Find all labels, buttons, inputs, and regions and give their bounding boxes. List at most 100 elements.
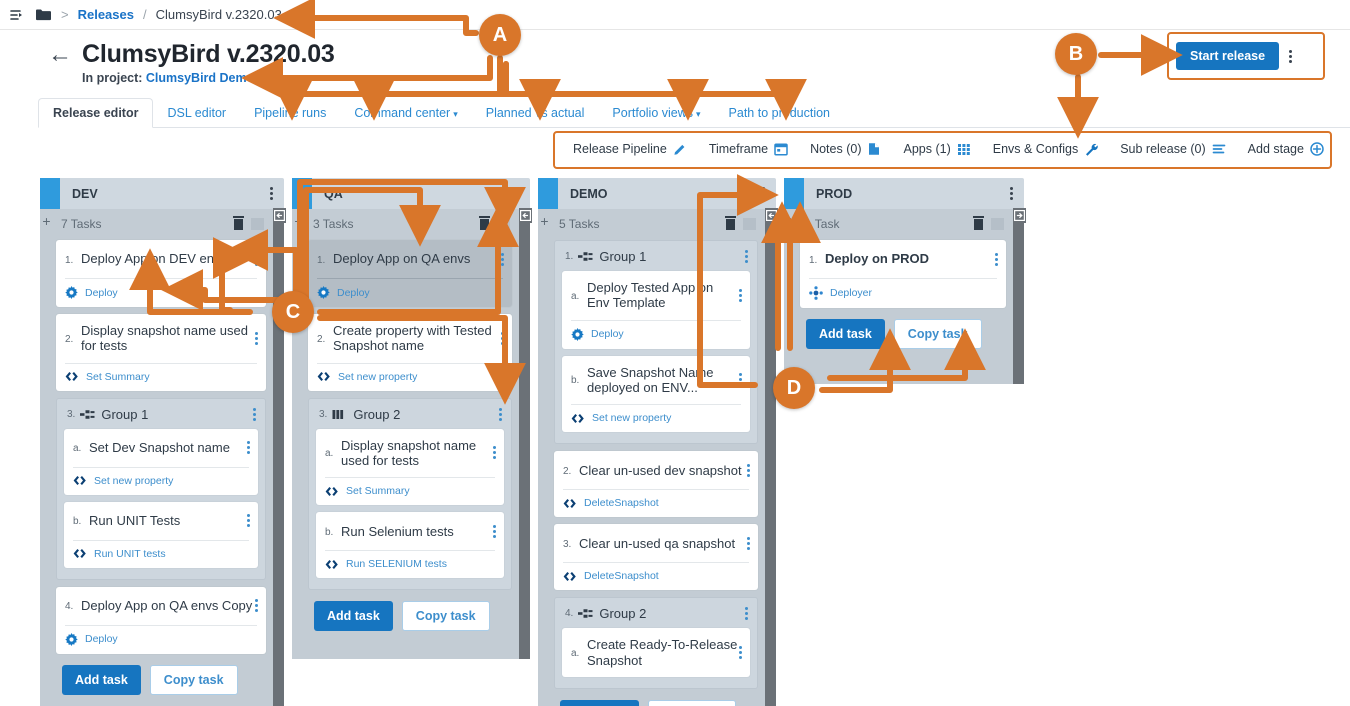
kebab-menu-icon[interactable] — [270, 187, 273, 200]
trash-icon[interactable] — [479, 215, 490, 230]
start-release-button[interactable]: Start release — [1176, 42, 1280, 70]
tab-release-editor[interactable]: Release editor — [38, 98, 154, 128]
add-task-plus-icon[interactable]: + — [40, 209, 53, 706]
task-card[interactable]: b. Save Snapshot Name deployed on ENV... S… — [562, 355, 750, 433]
kebab-menu-icon[interactable] — [739, 373, 742, 387]
task-card[interactable]: 1. Deploy on PROD Deployer — [800, 240, 1006, 308]
kebab-menu-icon[interactable] — [1010, 187, 1013, 200]
task-card[interactable]: a. Deploy Tested App on Env Template Deplo… — [562, 271, 750, 349]
kebab-menu-icon[interactable] — [501, 331, 504, 345]
task-card[interactable]: 4. Deploy App on QA envs Copy Deploy — [56, 586, 266, 654]
kebab-menu-icon[interactable] — [493, 446, 496, 460]
kebab-menu-icon[interactable] — [493, 524, 496, 538]
task-card[interactable]: 3. Clear un-used qa snapshot DeleteSnapsho… — [554, 524, 758, 591]
task-group[interactable]: 4. Group 2 a. Create Ready-To-Release Snaps… — [554, 597, 758, 689]
task-card[interactable]: 2. Clear un-used dev snapshot DeleteSnapsh… — [554, 451, 758, 518]
tab-pipeline-runs[interactable]: Pipeline runs — [240, 99, 340, 127]
task-card[interactable]: a. Create Ready-To-Release Snapshot — [562, 628, 750, 677]
kebab-menu-icon[interactable] — [501, 252, 504, 266]
task-card[interactable]: a. Set Dev Snapshot name Set new property — [64, 428, 258, 495]
kebab-menu-icon[interactable] — [255, 599, 258, 613]
task-card[interactable]: 1. Deploy App on QA envs Deploy — [308, 240, 512, 307]
task-card[interactable]: b. Run Selenium tests Run SELENIUM tests — [316, 512, 504, 579]
kebab-menu-icon[interactable] — [247, 441, 250, 455]
kebab-menu-icon[interactable] — [739, 288, 742, 302]
kebab-menu-icon[interactable] — [253, 407, 256, 421]
task-card[interactable]: a. Display snapshot name used for tests Se… — [316, 428, 504, 506]
add-task-button[interactable]: Add task — [314, 601, 393, 632]
toolbar-envs-configs[interactable]: Envs & Configs — [982, 142, 1109, 156]
add-task-plus-icon[interactable]: + — [784, 209, 797, 384]
breadcrumb-releases-link[interactable]: Releases — [78, 7, 134, 22]
tab-dsl-editor[interactable]: DSL editor — [153, 99, 240, 127]
kebab-menu-icon[interactable] — [247, 514, 250, 528]
task-plugin[interactable]: Set new property — [308, 364, 512, 391]
task-plugin[interactable]: Deployer — [800, 279, 1006, 308]
project-link[interactable]: ClumsyBird Demo — [146, 71, 254, 85]
release-kebab-menu-icon[interactable] — [1289, 49, 1293, 63]
collapse-right-icon[interactable] — [1013, 208, 1026, 223]
grid-view-icon[interactable] — [743, 218, 756, 230]
menu-lines-icon[interactable] — [10, 9, 26, 21]
grid-view-icon[interactable] — [991, 218, 1004, 230]
tab-path-to-production[interactable]: Path to production — [715, 99, 844, 127]
task-plugin[interactable]: Set Summary — [56, 364, 266, 391]
kebab-menu-icon[interactable] — [747, 463, 750, 477]
task-card[interactable]: 2. Display snapshot name used for tests Se… — [56, 314, 266, 391]
task-card[interactable]: b. Run UNIT Tests Run UNIT tests — [64, 501, 258, 568]
copy-task-button[interactable]: Copy task — [893, 319, 982, 349]
toolbar-timeframe[interactable]: Timeframe — [698, 142, 799, 156]
task-plugin[interactable]: Set new property — [64, 468, 258, 495]
task-plugin[interactable]: Deploy — [562, 321, 750, 349]
collapse-left-icon[interactable] — [765, 208, 778, 223]
task-plugin[interactable]: DeleteSnapshot — [554, 563, 758, 590]
kebab-menu-icon[interactable] — [255, 252, 258, 266]
add-task-button[interactable]: Add task — [806, 319, 885, 349]
kebab-menu-icon[interactable] — [995, 252, 998, 266]
add-task-plus-icon[interactable]: + — [538, 209, 551, 706]
copy-task-button[interactable]: Copy task — [401, 601, 490, 632]
kebab-menu-icon[interactable] — [255, 331, 258, 345]
stage-scrollbar[interactable] — [519, 208, 532, 659]
toolbar-sub-release-0-[interactable]: Sub release (0) — [1109, 142, 1236, 156]
kebab-menu-icon[interactable] — [745, 250, 748, 263]
grid-view-icon[interactable] — [251, 218, 264, 230]
task-plugin[interactable]: Set new property — [562, 405, 750, 432]
add-task-button[interactable]: Add task — [62, 664, 141, 695]
task-plugin[interactable]: Deploy — [56, 279, 266, 307]
toolbar-apps-1-[interactable]: Apps (1) — [892, 142, 981, 156]
task-plugin[interactable]: Run UNIT tests — [64, 541, 258, 568]
task-plugin[interactable]: Deploy — [308, 279, 512, 307]
copy-task-button[interactable]: Copy task — [647, 699, 736, 706]
kebab-menu-icon[interactable] — [762, 187, 765, 200]
tab-planned-vs-actual[interactable]: Planned vs actual — [472, 99, 599, 127]
stage-scrollbar[interactable] — [1013, 208, 1026, 384]
task-group[interactable]: 3. Group 1 a. Set Dev Snapshot name Set new … — [56, 397, 266, 580]
tab-command-center[interactable]: Command center ▾ — [340, 99, 471, 127]
back-arrow-icon[interactable]: ← — [48, 42, 72, 67]
toolbar-add-stage[interactable]: Add stage — [1237, 142, 1335, 156]
trash-icon[interactable] — [973, 215, 984, 230]
add-task-plus-icon[interactable]: + — [292, 209, 305, 659]
stage-scrollbar[interactable] — [765, 208, 778, 706]
folder-icon[interactable] — [35, 8, 52, 21]
task-group[interactable]: 3. Group 2 a. Display snapshot name used fo… — [308, 397, 512, 591]
trash-icon[interactable] — [233, 215, 244, 230]
kebab-menu-icon[interactable] — [499, 407, 502, 421]
kebab-menu-icon[interactable] — [747, 536, 750, 550]
task-plugin[interactable]: Run SELENIUM tests — [316, 551, 504, 578]
kebab-menu-icon[interactable] — [745, 607, 748, 621]
stage-scrollbar[interactable] — [273, 208, 286, 706]
task-card[interactable]: 1. Deploy App on DEV envs Deploy — [56, 240, 266, 307]
task-group[interactable]: 1. Group 1 a. Deploy Tested App on Env Temp… — [554, 240, 758, 445]
copy-task-button[interactable]: Copy task — [149, 664, 238, 695]
task-plugin[interactable]: Set Summary — [316, 478, 504, 505]
add-task-button[interactable]: Add task — [560, 699, 639, 706]
tab-portfolio-views[interactable]: Portfolio views ▾ — [598, 99, 714, 127]
task-plugin[interactable]: DeleteSnapshot — [554, 490, 758, 517]
task-plugin[interactable]: Deploy — [56, 626, 266, 654]
grid-view-icon[interactable] — [497, 218, 510, 230]
toolbar-notes-0-[interactable]: Notes (0) — [799, 142, 892, 156]
toolbar-release-pipeline[interactable]: Release Pipeline — [562, 142, 698, 156]
kebab-menu-icon[interactable] — [739, 646, 742, 660]
